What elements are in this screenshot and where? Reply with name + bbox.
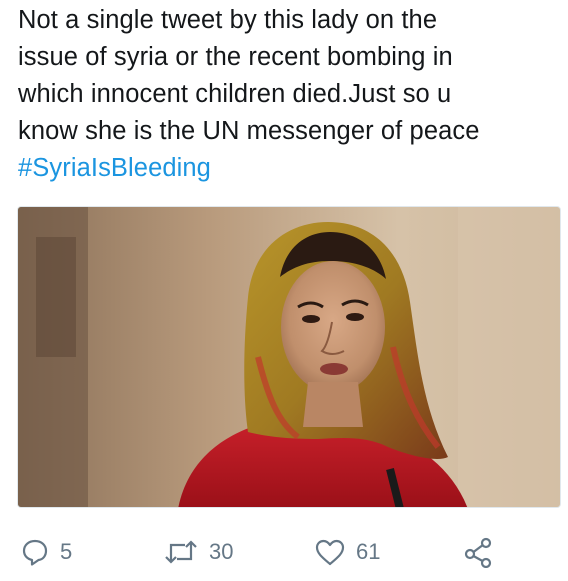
- tweet-text-line: issue of syria or the recent bombing in: [18, 43, 453, 71]
- retweet-button[interactable]: 30: [163, 530, 233, 574]
- photo-woman-in-headscarf: [18, 207, 560, 507]
- tweet-photo[interactable]: [17, 206, 561, 508]
- share-icon: [464, 537, 492, 568]
- reply-button[interactable]: 5: [20, 530, 72, 574]
- reply-count: 5: [60, 539, 73, 564]
- tweet-text-line: which innocent children died.Just so u: [18, 80, 452, 108]
- like-button[interactable]: 61: [314, 530, 380, 574]
- hashtag-link[interactable]: #SyriaIsBleeding: [18, 150, 563, 187]
- like-count: 61: [356, 539, 381, 564]
- tweet-text-line: Not a single tweet by this lady on the: [18, 6, 438, 34]
- reply-icon: [22, 539, 48, 566]
- retweet-icon: [165, 540, 197, 564]
- tweet-actions: 5 30 61: [0, 530, 568, 574]
- tweet-text: Not a single tweet by this lady on the i…: [18, 2, 563, 187]
- share-button[interactable]: [462, 530, 494, 574]
- retweet-count: 30: [209, 539, 234, 564]
- tweet-text-line: know she is the UN messenger of peace: [18, 117, 480, 145]
- heart-icon: [315, 539, 345, 566]
